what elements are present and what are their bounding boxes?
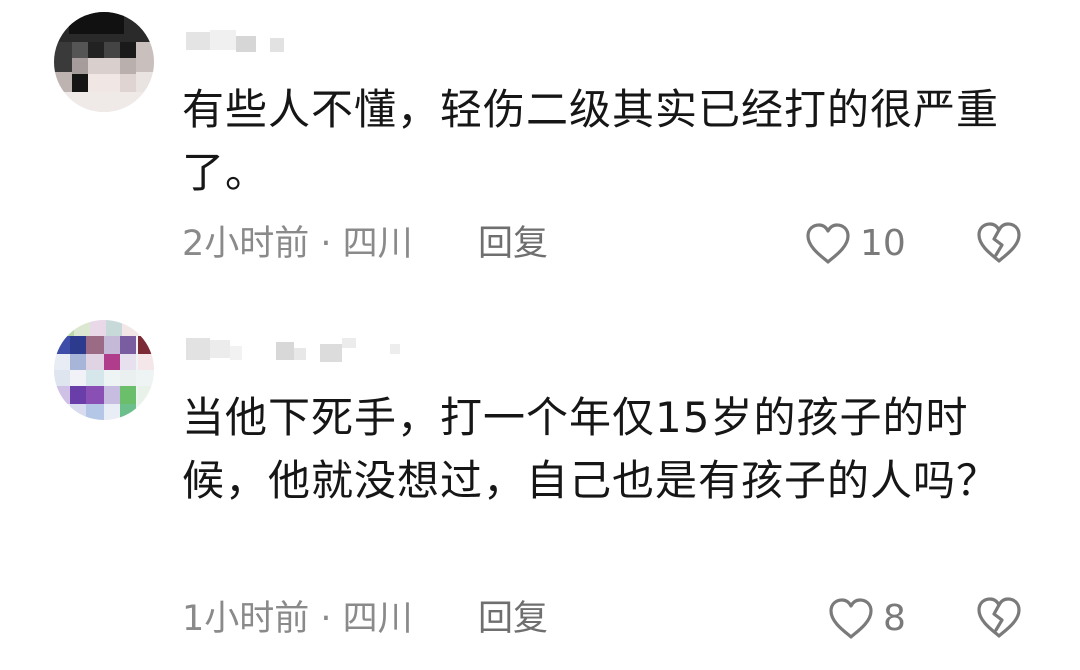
comment-text: 当他下死手，打一个年仅15岁的孩子的时候，他就没想过，自己也是有孩子的人吗？ [182,393,1000,505]
username-blurred[interactable] [186,336,406,366]
reply-button[interactable]: 回复 [478,594,548,644]
broken-heart-icon [977,597,1021,638]
avatar[interactable] [54,12,154,112]
comment-time-location: 2小时前 · 四川 [182,224,413,264]
broken-heart-icon [977,222,1021,263]
like-count: 8 [883,598,906,639]
reply-button[interactable]: 回复 [478,219,548,269]
avatar[interactable] [54,320,154,420]
comment-text: 有些人不懂，轻伤二级其实已经打的很严重了。 [182,85,1000,197]
dislike-button[interactable] [975,221,1023,267]
dislike-button[interactable] [975,596,1023,642]
username-blurred[interactable] [186,28,326,58]
heart-outline-icon [829,598,873,639]
like-count: 10 [860,223,906,264]
heart-outline-icon [806,223,850,264]
comment-time-location: 1小时前 · 四川 [182,599,413,639]
comment-meta: 1小时前 · 四川 回复 8 [182,594,1042,644]
comment-meta: 2小时前 · 四川 回复 10 [182,219,1042,269]
